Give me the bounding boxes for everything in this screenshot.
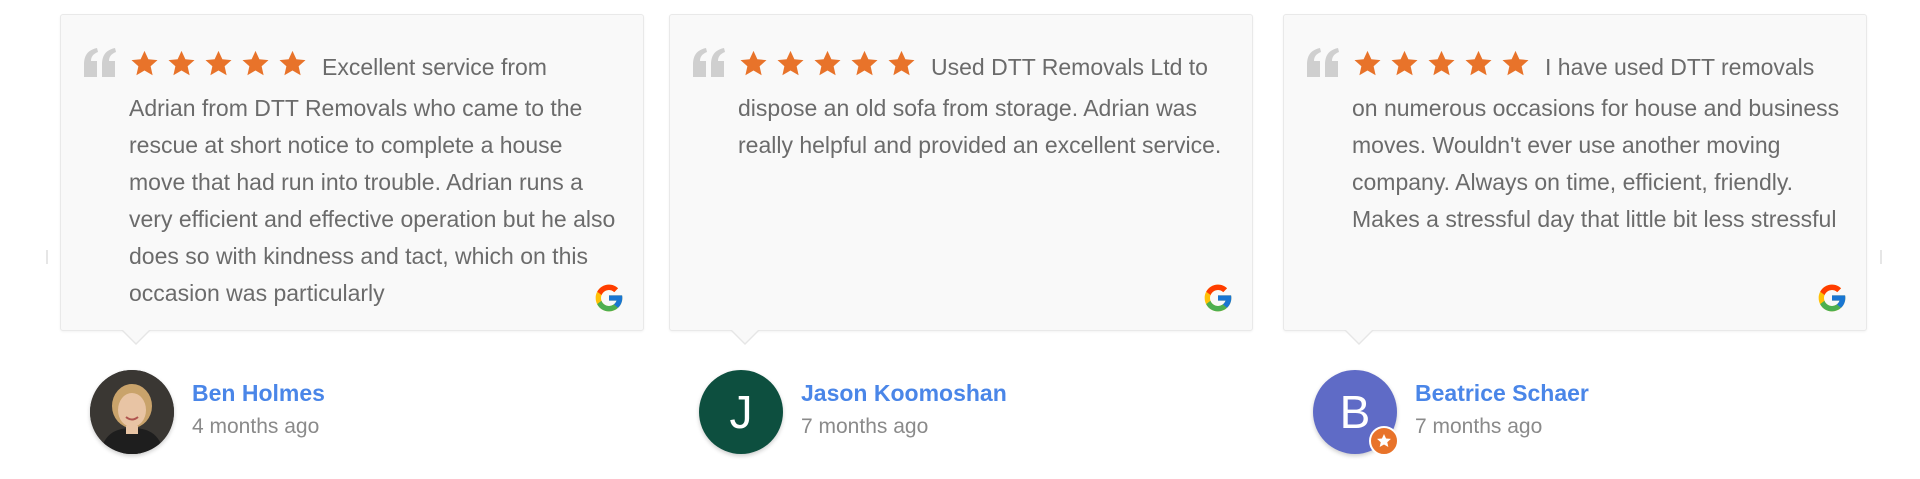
google-icon[interactable] xyxy=(1816,282,1848,314)
star-icon xyxy=(279,50,306,76)
avatar[interactable]: B xyxy=(1313,370,1399,456)
quote-icon xyxy=(84,48,116,77)
review-bubble: Used DTT Removals Ltd to dispose an old … xyxy=(669,14,1253,345)
google-icon[interactable] xyxy=(593,282,625,314)
review-card: Excellent service from Adrian from DTT R… xyxy=(60,14,644,454)
star-icon xyxy=(1465,50,1492,76)
carousel-prev-edge[interactable] xyxy=(46,250,48,264)
avatar-letter: J xyxy=(729,386,753,438)
avatar[interactable]: J xyxy=(699,370,783,454)
review-text: Excellent service from Adrian from DTT R… xyxy=(129,54,616,306)
review-text-block: I have used DTT removals on numerous occ… xyxy=(1352,49,1840,317)
avatar-letter: B xyxy=(1339,386,1371,438)
star-rating xyxy=(129,49,314,90)
star-icon xyxy=(888,50,915,76)
star-icon xyxy=(168,50,195,76)
star-icon xyxy=(1502,50,1529,76)
star-icon xyxy=(740,50,767,76)
review-bubble: I have used DTT removals on numerous occ… xyxy=(1283,14,1867,345)
star-rating xyxy=(1352,49,1537,90)
review-author: J Jason Koomoshan 7 months ago xyxy=(699,369,1007,455)
review-card: I have used DTT removals on numerous occ… xyxy=(1283,14,1867,456)
author-name-link[interactable]: Ben Holmes xyxy=(192,378,325,408)
star-badge-icon xyxy=(1369,426,1399,456)
review-text-block: Excellent service from Adrian from DTT R… xyxy=(129,49,617,317)
bubble-tail xyxy=(1344,329,1374,345)
star-icon xyxy=(131,50,158,76)
review-card: Used DTT Removals Ltd to dispose an old … xyxy=(669,14,1253,454)
bubble-tail xyxy=(121,329,151,345)
author-name-link[interactable]: Beatrice Schaer xyxy=(1415,378,1589,408)
star-icon xyxy=(1354,50,1381,76)
carousel-next-edge[interactable] xyxy=(1880,250,1882,264)
review-text-block: Used DTT Removals Ltd to dispose an old … xyxy=(738,49,1226,317)
person-photo-icon xyxy=(90,370,174,454)
star-icon xyxy=(814,50,841,76)
avatar[interactable] xyxy=(90,370,174,454)
bubble-tail xyxy=(730,329,760,345)
quote-icon xyxy=(693,48,725,77)
review-time: 7 months ago xyxy=(1415,415,1543,438)
review-author: B Beatrice Schaer 7 months ago xyxy=(1313,369,1589,456)
author-name-link[interactable]: Jason Koomoshan xyxy=(801,378,1007,408)
star-icon xyxy=(1428,50,1455,76)
star-icon xyxy=(777,50,804,76)
review-time: 7 months ago xyxy=(801,415,929,438)
reviews-carousel: Excellent service from Adrian from DTT R… xyxy=(0,0,1920,479)
google-icon[interactable] xyxy=(1202,282,1234,314)
review-time: 4 months ago xyxy=(192,415,320,438)
star-icon xyxy=(242,50,269,76)
review-author: Ben Holmes 4 months ago xyxy=(90,369,325,455)
star-icon xyxy=(1391,50,1418,76)
star-rating xyxy=(738,49,923,90)
star-icon xyxy=(205,50,232,76)
review-bubble: Excellent service from Adrian from DTT R… xyxy=(60,14,644,345)
star-icon xyxy=(851,50,878,76)
quote-icon xyxy=(1307,48,1339,77)
